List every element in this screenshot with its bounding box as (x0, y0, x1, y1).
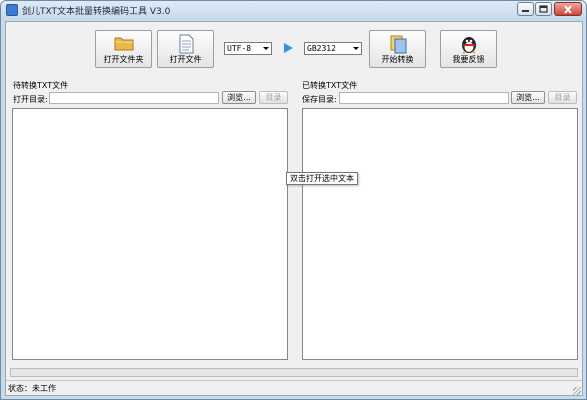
maximize-icon (539, 5, 548, 13)
maximize-button[interactable] (535, 2, 552, 16)
browse-save-button[interactable]: 浏览... (511, 91, 545, 104)
open-file-button[interactable]: 打开文件 (157, 30, 214, 68)
pending-files-list[interactable] (12, 108, 288, 360)
open-file-label: 打开文件 (169, 55, 202, 64)
converted-files-title: 已转换TXT文件 (302, 81, 358, 90)
title-bar[interactable]: 剑儿TXT文本批量转换编码工具 V3.0 (1, 1, 586, 21)
converted-files-list[interactable] (302, 108, 578, 360)
save-dir-input[interactable] (339, 92, 509, 104)
close-icon (564, 4, 572, 14)
convert-icon (390, 35, 406, 54)
status-bar: 状态：未工作 (6, 380, 582, 396)
start-convert-label: 开始转换 (381, 55, 414, 64)
open-dir-input[interactable] (49, 92, 219, 104)
open-dir-label: 打开目录: (13, 95, 48, 104)
open-folder-button[interactable]: 打开文件夹 (95, 30, 152, 68)
source-encoding-select[interactable]: UTF-8 (224, 42, 272, 55)
document-icon (179, 34, 193, 54)
app-window: 剑儿TXT文本批量转换编码工具 V3.0 打开文件夹 打开文件 UTF-8 GB… (0, 0, 587, 400)
feedback-label: 我要反馈 (452, 55, 485, 64)
resize-grip-icon[interactable] (573, 387, 581, 395)
source-encoding-value: UTF-8 (227, 44, 252, 53)
status-text: 状态：未工作 (8, 384, 56, 393)
pending-files-title: 待转换TXT文件 (13, 81, 69, 90)
start-convert-button[interactable]: 开始转换 (369, 30, 426, 68)
feedback-button[interactable]: 我要反馈 (440, 30, 497, 68)
target-encoding-value: GB2312 (307, 44, 336, 53)
tooltip: 双击打开选中文本 (286, 172, 358, 185)
qq-penguin-icon (461, 37, 476, 54)
minimize-button[interactable] (517, 2, 534, 16)
folder-icon (114, 37, 133, 51)
target-encoding-select[interactable]: GB2312 (304, 42, 362, 55)
save-dir-button[interactable]: 目录 (548, 91, 577, 104)
play-arrow-icon (284, 43, 293, 53)
browse-open-button[interactable]: 浏览... (222, 91, 256, 104)
window-title: 剑儿TXT文本批量转换编码工具 V3.0 (22, 7, 171, 17)
app-icon (6, 4, 18, 16)
save-dir-label: 保存目录: (302, 95, 337, 104)
minimize-icon (522, 10, 529, 12)
open-folder-label: 打开文件夹 (103, 55, 144, 64)
open-dir-button[interactable]: 目录 (259, 91, 288, 104)
close-button[interactable] (554, 2, 582, 16)
main-client-area: 打开文件夹 打开文件 UTF-8 GB2312 开始转换 我要反馈 待转换TXT… (5, 21, 583, 396)
progress-bar (10, 368, 578, 377)
chevron-down-icon (263, 47, 269, 50)
chevron-down-icon (353, 47, 359, 50)
